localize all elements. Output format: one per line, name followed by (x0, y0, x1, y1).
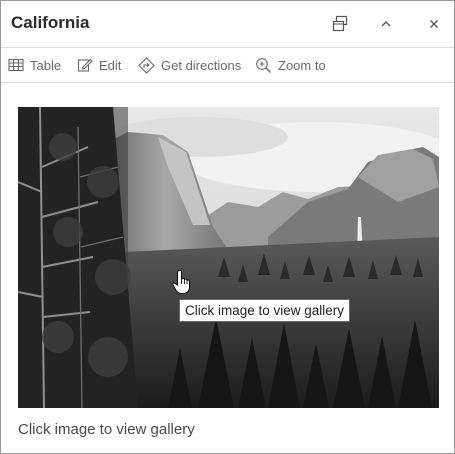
popup-panel: California Table Edit Get directions Zoo… (0, 0, 455, 454)
collapse-button[interactable] (373, 11, 399, 37)
popup-title: California (11, 13, 90, 32)
edit-action[interactable]: Edit (77, 48, 121, 82)
pencil-icon (77, 58, 93, 72)
gallery-tooltip: Click image to view gallery (179, 299, 351, 322)
chevron-up-icon (381, 21, 391, 27)
table-icon (8, 58, 24, 72)
zoom-to-action[interactable]: Zoom to (255, 48, 326, 82)
close-icon (430, 20, 438, 28)
directions-icon (138, 56, 155, 74)
gallery-image[interactable] (18, 107, 439, 408)
gallery-caption: Click image to view gallery (18, 421, 195, 438)
zoom-to-label: Zoom to (278, 57, 326, 73)
zoom-in-icon (256, 57, 271, 73)
table-action[interactable]: Table (8, 48, 61, 82)
close-button[interactable] (421, 11, 447, 37)
dock-button[interactable] (327, 11, 353, 37)
action-toolbar: Table Edit Get directions Zoom to (1, 48, 454, 83)
get-directions-action[interactable]: Get directions (138, 48, 241, 82)
valley-landscape-photo (18, 107, 439, 408)
edit-action-label: Edit (99, 57, 122, 73)
popup-header: California (1, 1, 454, 48)
get-directions-label: Get directions (161, 57, 242, 73)
popup-content: Click image to view gallery (1, 83, 454, 453)
table-action-label: Table (30, 57, 62, 73)
dock-icon (332, 15, 348, 32)
hand-cursor-icon (172, 269, 191, 295)
